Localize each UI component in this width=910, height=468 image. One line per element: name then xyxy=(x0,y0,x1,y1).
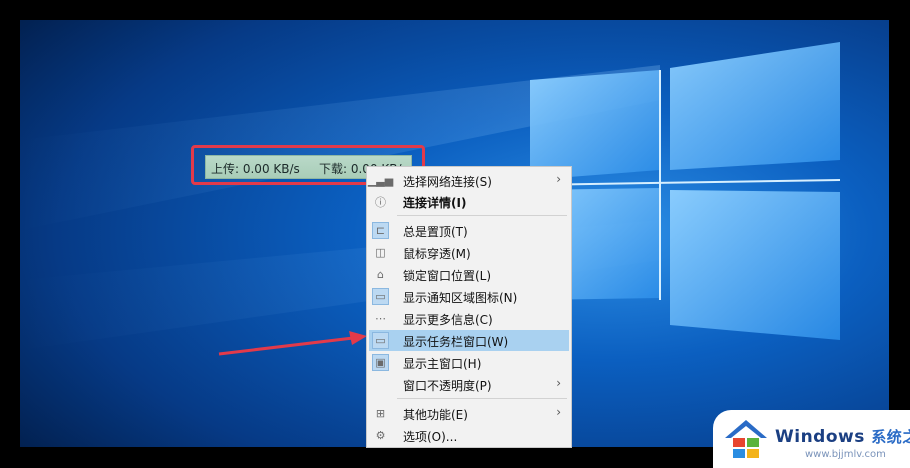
site-watermark: Windows 系统之家 www.bjjmlv.com xyxy=(713,410,910,468)
menu-item-always-on-top[interactable]: ⊏ 总是置顶(T) xyxy=(369,220,569,241)
gear-icon: ⚙ xyxy=(375,429,386,442)
lock-icon: ⌂ xyxy=(377,268,384,281)
watermark-title: Windows 系统之家 xyxy=(775,427,910,447)
taskbar-window-icon: ▭ xyxy=(372,332,389,349)
house-logo-icon xyxy=(725,420,767,458)
annotation-arrow xyxy=(218,331,367,356)
context-menu: ▁▃▅ 选择网络连接(S) › ⓘ 连接详情(I) ⊏ 总是置顶(T) ◫ 鼠标… xyxy=(366,166,572,448)
menu-item-show-taskbar-window[interactable]: ▭ 显示任务栏窗口(W) xyxy=(369,330,569,351)
more-dots-icon: ⋯ xyxy=(375,312,386,325)
grid-icon: ⊞ xyxy=(375,407,386,420)
chevron-right-icon: › xyxy=(556,376,561,390)
menu-item-options[interactable]: ⚙ 选项(O)... xyxy=(369,425,569,446)
signal-bars-icon: ▁▃▅ xyxy=(367,174,394,187)
logo-pane-tl xyxy=(530,70,660,180)
menu-separator xyxy=(397,215,567,216)
menu-separator xyxy=(397,398,567,399)
menu-item-show-tray-icon[interactable]: ▭ 显示通知区域图标(N) xyxy=(369,286,569,307)
menu-item-select-network[interactable]: ▁▃▅ 选择网络连接(S) › xyxy=(367,170,569,191)
menu-item-connection-details[interactable]: ⓘ 连接详情(I) xyxy=(369,191,569,212)
menu-item-other-functions[interactable]: ⊞ 其他功能(E) › xyxy=(369,403,569,424)
logo-pane-br xyxy=(670,190,840,340)
menu-item-show-main-window[interactable]: ▣ 显示主窗口(H) xyxy=(369,352,569,373)
monitor-icon: ▭ xyxy=(372,288,389,305)
pin-icon: ⊏ xyxy=(372,222,389,239)
menu-item-show-more-info[interactable]: ⋯ 显示更多信息(C) xyxy=(369,308,569,329)
main-window-icon: ▣ xyxy=(372,354,389,371)
chevron-right-icon: › xyxy=(556,172,561,186)
menu-item-window-opacity[interactable]: 窗口不透明度(P) › xyxy=(369,374,569,395)
menu-item-mouse-through[interactable]: ◫ 鼠标穿透(M) xyxy=(369,242,569,263)
mouse-icon: ◫ xyxy=(375,246,386,259)
info-icon: ⓘ xyxy=(375,195,386,209)
menu-item-lock-position[interactable]: ⌂ 锁定窗口位置(L) xyxy=(369,264,569,285)
chevron-right-icon: › xyxy=(556,405,561,419)
watermark-url: www.bjjmlv.com xyxy=(805,449,886,460)
